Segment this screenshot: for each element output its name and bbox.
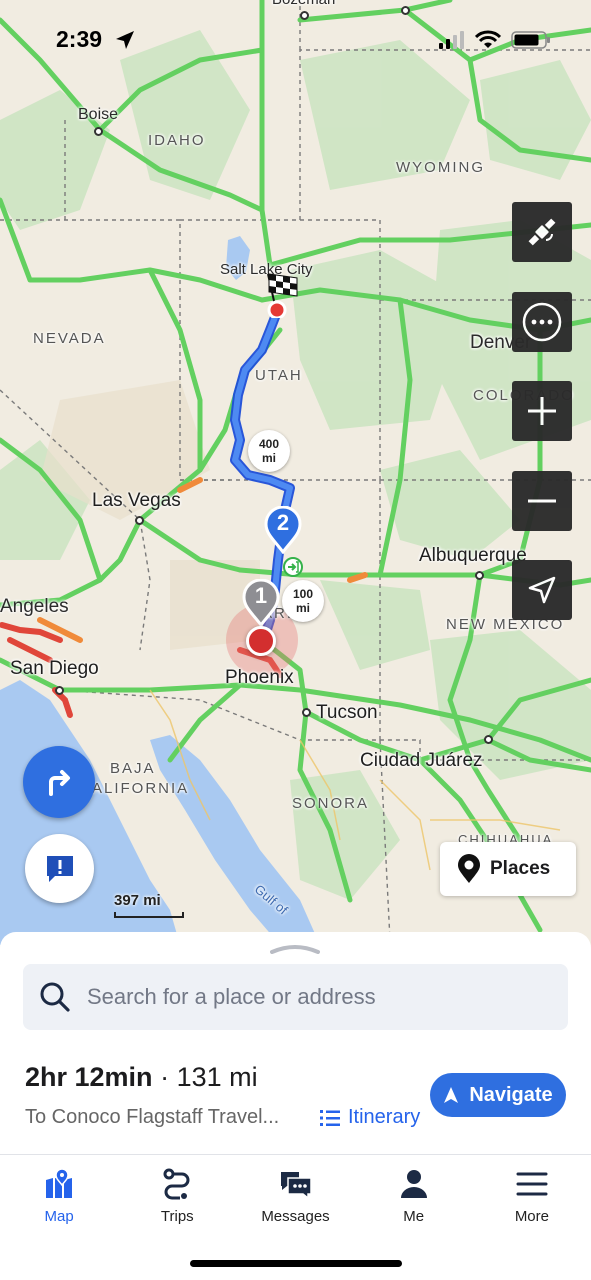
stop-1-pin[interactable]: 1 [242, 579, 280, 627]
scale-bar [114, 912, 184, 918]
wifi-icon [475, 30, 501, 48]
divider [0, 1154, 591, 1155]
list-icon [320, 1109, 340, 1126]
label-ciudad-juarez: Ciudad Juárez [360, 750, 483, 771]
search-input[interactable] [87, 984, 527, 1010]
map-view[interactable]: Bozeman Boise IDAHO WYOMING Salt Lake Ci… [0, 0, 591, 945]
scale-label: 397 mi [114, 892, 161, 909]
person-icon [400, 1170, 427, 1198]
stop-2-number: 2 [276, 510, 290, 535]
mile-marker-100: 100 mi [282, 580, 324, 622]
navigate-button[interactable]: Navigate [430, 1073, 566, 1117]
map-pin-icon [458, 854, 480, 883]
satellite-icon [528, 218, 556, 246]
turn-right-icon [49, 770, 70, 796]
tab-trips[interactable]: Trips [118, 1158, 236, 1238]
label-los-angeles: Angeles [0, 596, 69, 617]
label-san-diego: San Diego [10, 658, 99, 679]
mile-marker-value: 400 [258, 437, 280, 451]
search-icon [40, 982, 70, 1012]
status-time: 2:39 [56, 26, 103, 52]
places-label: Places [490, 858, 551, 879]
tab-me-label: Me [403, 1208, 425, 1225]
bottom-sheet: 2hr 12min · 131 mi To Conoco Flagstaff T… [0, 932, 591, 1280]
label-idaho: IDAHO [148, 132, 206, 149]
label-tucson: Tucson [316, 702, 378, 723]
trip-separator: · [160, 1062, 170, 1092]
city-dot-tucson [302, 708, 311, 717]
trip-summary: 2hr 12min · 131 mi [25, 1062, 258, 1093]
tab-map[interactable]: Map [0, 1158, 118, 1238]
label-baja-1: BAJA [110, 760, 156, 777]
city-dot-boise [94, 127, 103, 136]
places-button[interactable]: Places [440, 842, 576, 896]
tab-more[interactable]: More [473, 1158, 591, 1238]
city-dot-albuquerque [475, 571, 484, 580]
report-button[interactable] [25, 834, 94, 903]
messages-icon [280, 1172, 312, 1200]
search-bar[interactable] [23, 964, 568, 1030]
location-arrow-icon [528, 576, 556, 604]
report-icon [46, 855, 73, 882]
finish-flag-icon[interactable] [262, 270, 302, 320]
cellular-signal-icon [439, 31, 464, 49]
tab-me[interactable]: Me [355, 1158, 473, 1238]
itinerary-link[interactable]: Itinerary [320, 1106, 420, 1129]
label-baja-2: ALIFORNIA [92, 780, 190, 797]
status-bar: 2:39 [0, 22, 591, 62]
label-boise: Boise [78, 106, 119, 123]
city-dot-juarez [484, 735, 493, 744]
city-dot-san-diego [55, 686, 64, 695]
stop-1-number: 1 [254, 583, 268, 608]
exit-marker-icon [283, 557, 303, 577]
satellite-toggle-button[interactable] [512, 202, 572, 262]
destination-text[interactable]: To Conoco Flagstaff Travel... [25, 1106, 279, 1129]
mile-marker-unit: mi [261, 451, 276, 465]
menu-icon [516, 1172, 548, 1196]
city-dot-bozeman [300, 11, 309, 20]
label-wyoming: WYOMING [396, 159, 485, 176]
navigate-label: Navigate [469, 1083, 553, 1106]
label-phoenix: Phoenix [225, 667, 294, 688]
tab-more-label: More [514, 1208, 549, 1225]
tab-messages[interactable]: Messages [236, 1158, 354, 1238]
label-albuquerque: Albuquerque [419, 545, 527, 566]
label-sonora: SONORA [292, 795, 370, 812]
tab-map-label: Map [44, 1208, 74, 1225]
label-utah: UTAH [255, 367, 303, 384]
trip-distance: 131 mi [176, 1062, 258, 1092]
label-nevada: NEVADA [33, 330, 106, 347]
zoom-out-button[interactable] [512, 471, 572, 531]
plus-icon [528, 397, 556, 425]
battery-icon [511, 31, 550, 49]
city-dot-las-vegas [135, 516, 144, 525]
map-icon [46, 1168, 73, 1198]
current-location-marker [246, 626, 276, 656]
trips-icon [163, 1168, 190, 1200]
location-services-icon [116, 31, 134, 49]
mile-marker-unit: mi [295, 601, 310, 615]
label-las-vegas: Las Vegas [92, 490, 181, 511]
zoom-in-button[interactable] [512, 381, 572, 441]
home-indicator [190, 1260, 402, 1267]
more-circle-icon [522, 302, 562, 342]
trip-duration: 2hr 12min [25, 1062, 153, 1092]
stop-2-pin[interactable]: 2 [264, 506, 302, 554]
mile-marker-400: 400 mi [248, 430, 290, 472]
tab-bar: Map Trips Messages Me More [0, 1158, 591, 1238]
navigation-arrow-icon [444, 1087, 459, 1103]
tab-trips-label: Trips [160, 1208, 194, 1225]
more-options-button[interactable] [512, 292, 572, 352]
mile-marker-value: 100 [292, 587, 314, 601]
minus-icon [528, 499, 556, 503]
recenter-button[interactable] [512, 560, 572, 620]
label-bozeman: Bozeman [272, 0, 335, 8]
city-dot-north [401, 6, 410, 15]
itinerary-label: Itinerary [348, 1106, 421, 1128]
directions-button[interactable] [23, 746, 95, 818]
tab-messages-label: Messages [261, 1208, 330, 1225]
sheet-handle-icon[interactable] [270, 944, 320, 954]
